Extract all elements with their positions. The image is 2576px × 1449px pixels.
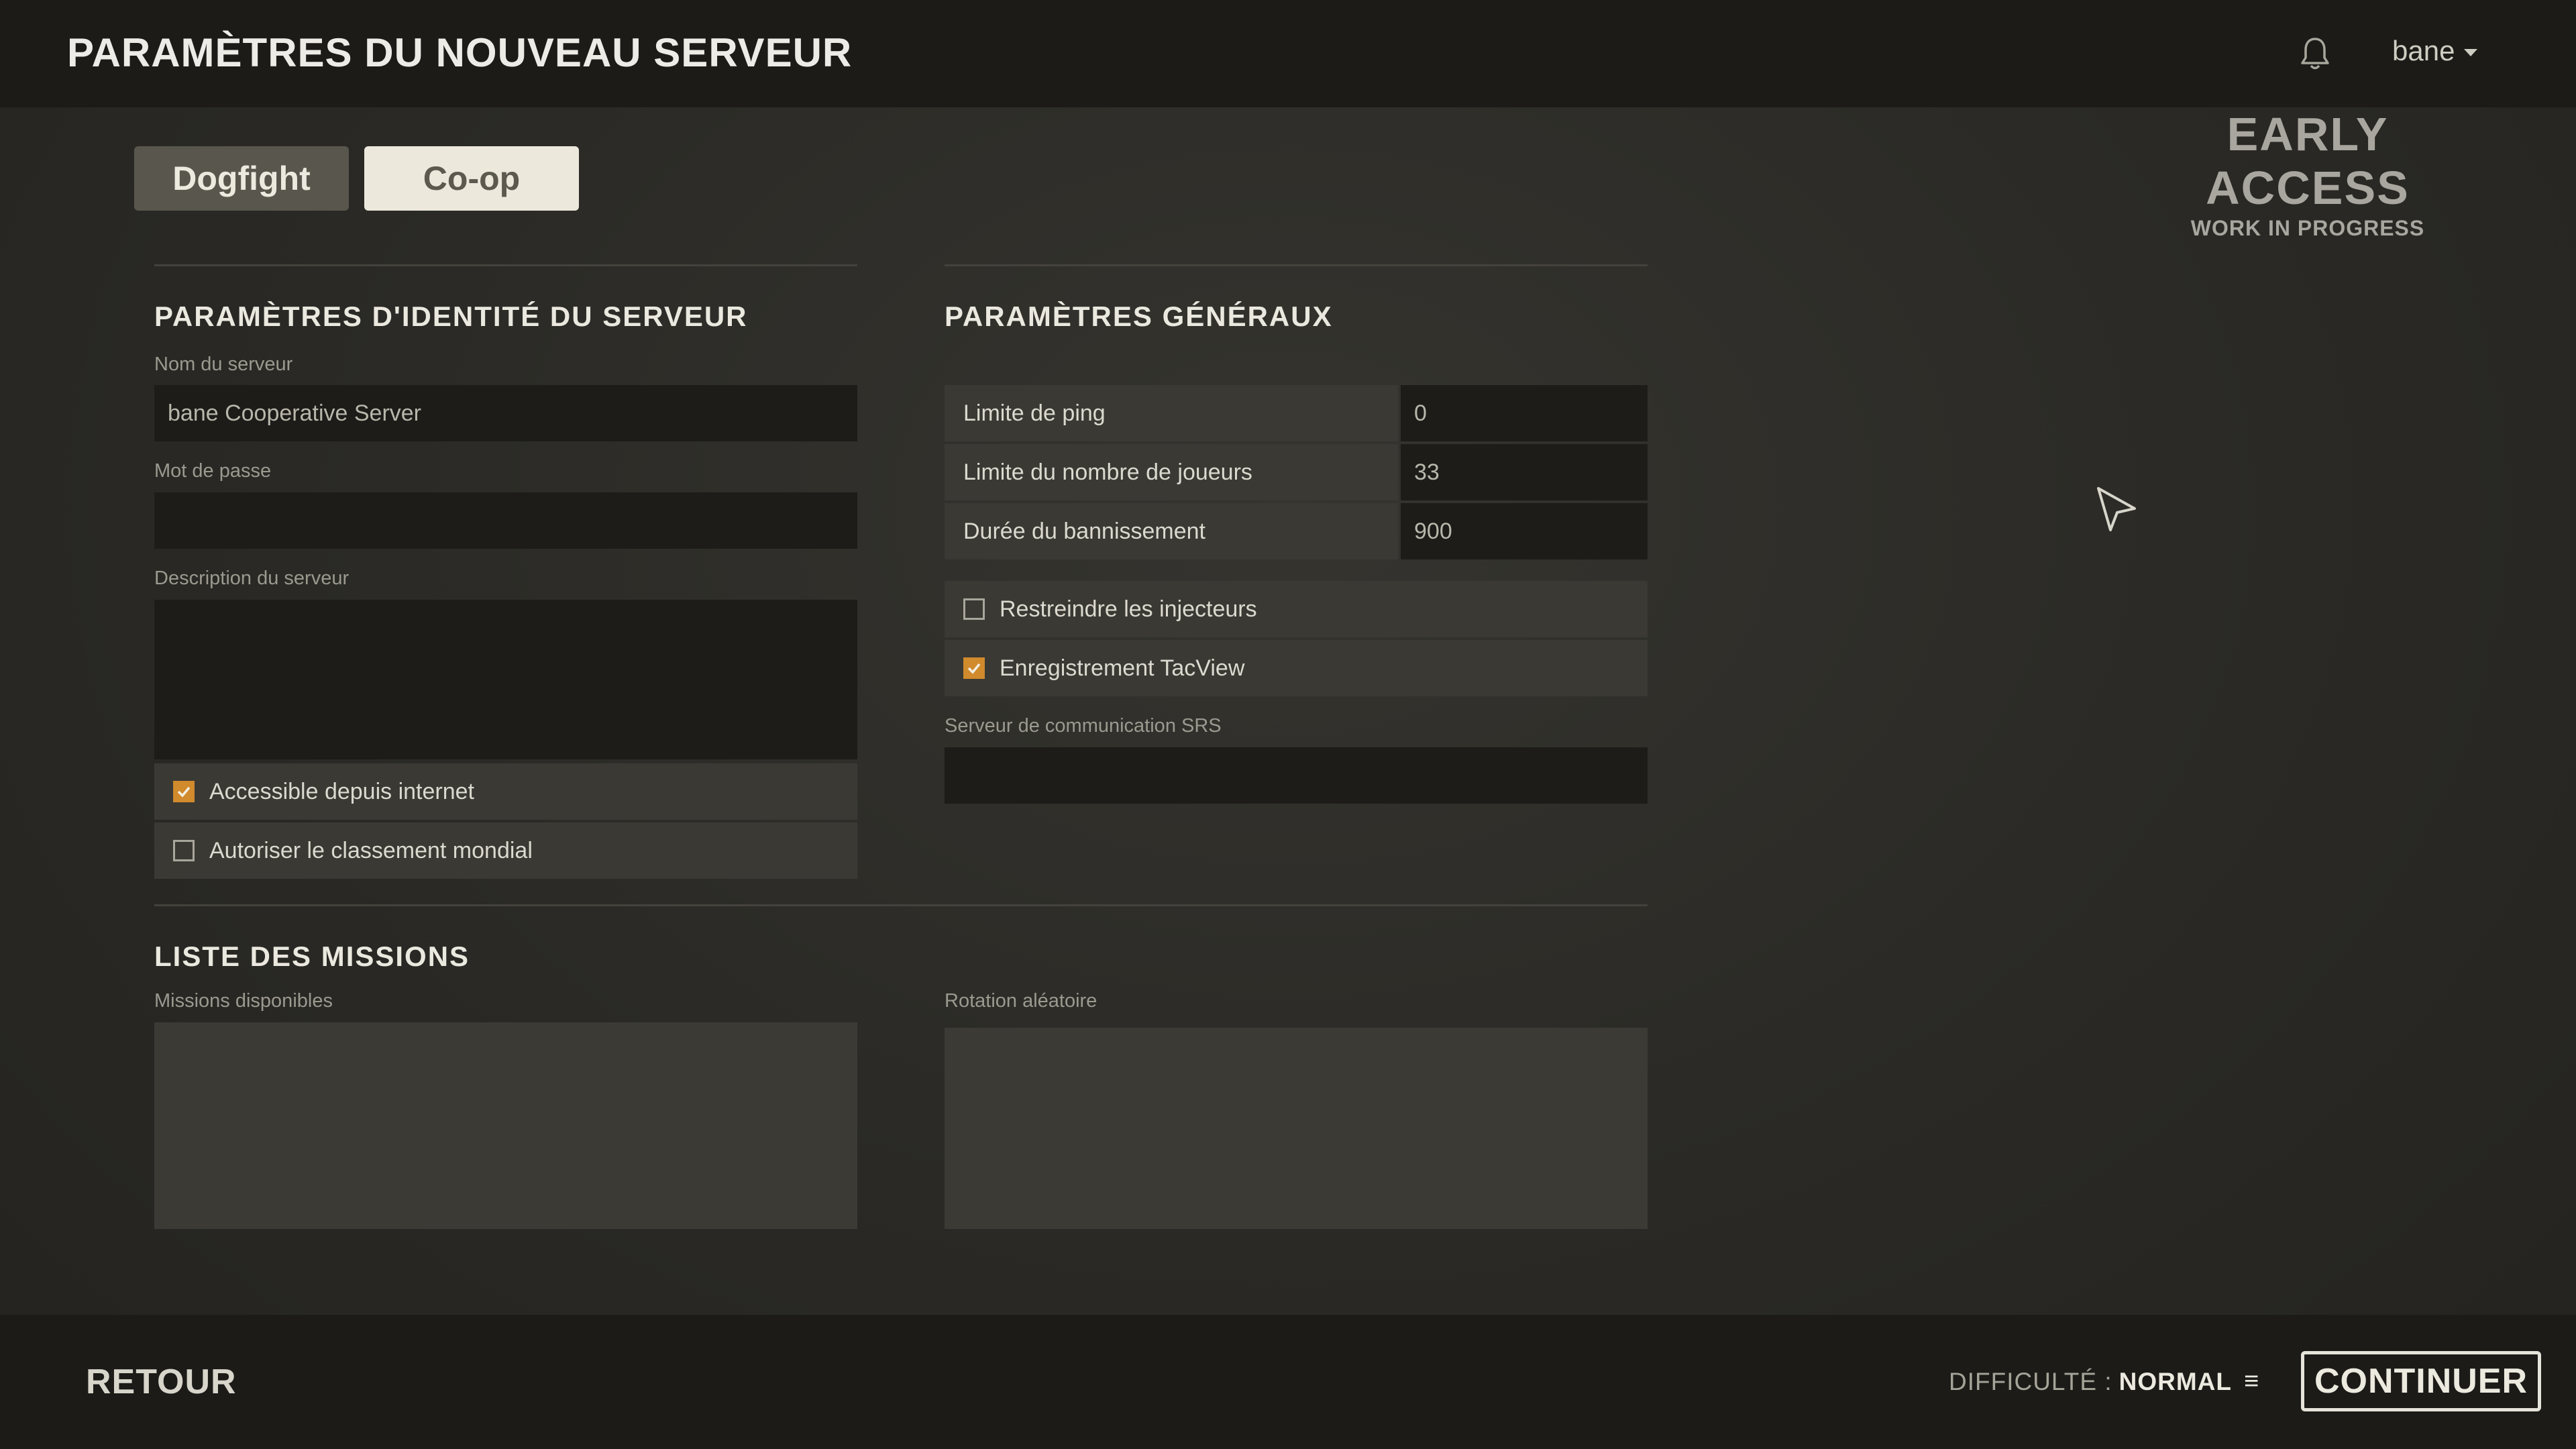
check-icon — [177, 786, 191, 798]
checkbox-tacview-recording[interactable]: Enregistrement TacView — [945, 640, 1648, 696]
mouse-cursor-icon — [2097, 487, 2136, 531]
divider — [154, 264, 857, 266]
checkbox-label: Autoriser le classement mondial — [209, 837, 533, 863]
menu-icon: ≡ — [2243, 1367, 2260, 1395]
username: bane — [2392, 35, 2455, 66]
srs-input[interactable] — [945, 747, 1648, 804]
checkbox-unchecked[interactable] — [173, 840, 195, 861]
server-name-label: Nom du serveur — [154, 354, 293, 375]
early-access-title: EARLY ACCESS — [2206, 108, 2410, 214]
checkbox-checked[interactable] — [963, 657, 985, 679]
description-textarea[interactable] — [154, 600, 857, 759]
ban-duration-row: Durée du bannissement 900 — [945, 503, 1648, 559]
difficulty-label: DIFFICULTÉ : — [1949, 1367, 2112, 1395]
player-limit-label: Limite du nombre de joueurs — [945, 444, 1398, 500]
difficulty-selector[interactable]: DIFFICULTÉ : NORMAL ≡ — [1949, 1367, 2259, 1396]
password-label: Mot de passe — [154, 460, 272, 482]
random-rotation-label: Rotation aléatoire — [945, 990, 1097, 1012]
divider — [154, 904, 1648, 906]
ban-duration-input[interactable]: 900 — [1401, 503, 1648, 559]
back-button[interactable]: RETOUR — [86, 1362, 237, 1402]
tab-dogfight[interactable]: Dogfight — [134, 146, 349, 211]
description-label: Description du serveur — [154, 568, 350, 589]
difficulty-value: NORMAL — [2118, 1367, 2232, 1395]
page-title: PARAMÈTRES DU NOUVEAU SERVEUR — [67, 30, 853, 75]
server-name-input[interactable]: bane Cooperative Server — [154, 385, 857, 441]
checkbox-label: Enregistrement TacView — [1000, 655, 1245, 681]
ping-limit-label: Limite de ping — [945, 385, 1398, 441]
checkbox-label: Accessible depuis internet — [209, 778, 475, 804]
continue-button[interactable]: CONTINUER — [2301, 1351, 2541, 1411]
player-limit-input[interactable]: 33 — [1401, 444, 1648, 500]
early-access-badge: EARLY ACCESS WORK IN PROGRESS — [2147, 107, 2469, 241]
available-missions-list[interactable] — [154, 1022, 857, 1229]
ping-limit-input[interactable]: 0 — [1401, 385, 1648, 441]
check-icon — [967, 663, 981, 674]
early-access-subtitle: WORK IN PROGRESS — [2190, 216, 2425, 240]
checkbox-world-ranking[interactable]: Autoriser le classement mondial — [154, 822, 857, 879]
srs-label: Serveur de communication SRS — [945, 715, 1222, 737]
user-menu[interactable]: bane — [2392, 35, 2478, 67]
chevron-down-icon — [2464, 48, 2478, 56]
checkbox-checked[interactable] — [173, 781, 195, 802]
checkbox-internet-access[interactable]: Accessible depuis internet — [154, 763, 857, 820]
server-settings-screen: PARAMÈTRES DU NOUVEAU SERVEUR bane EARLY… — [0, 0, 2576, 1449]
checkbox-unchecked[interactable] — [963, 598, 985, 620]
password-input[interactable] — [154, 492, 857, 549]
tab-coop[interactable]: Co-op — [364, 146, 579, 211]
available-missions-label: Missions disponibles — [154, 990, 333, 1012]
identity-section-title: PARAMÈTRES D'IDENTITÉ DU SERVEUR — [154, 301, 748, 332]
missions-section-title: LISTE DES MISSIONS — [154, 941, 470, 972]
checkbox-restrict-injectors[interactable]: Restreindre les injecteurs — [945, 581, 1648, 637]
ping-limit-row: Limite de ping 0 — [945, 385, 1648, 441]
ban-duration-label: Durée du bannissement — [945, 503, 1398, 559]
checkbox-label: Restreindre les injecteurs — [1000, 596, 1257, 622]
divider — [945, 264, 1648, 266]
random-rotation-list[interactable] — [945, 1028, 1648, 1229]
player-limit-row: Limite du nombre de joueurs 33 — [945, 444, 1648, 500]
general-section-title: PARAMÈTRES GÉNÉRAUX — [945, 301, 1333, 332]
bell-icon[interactable] — [2298, 35, 2332, 72]
